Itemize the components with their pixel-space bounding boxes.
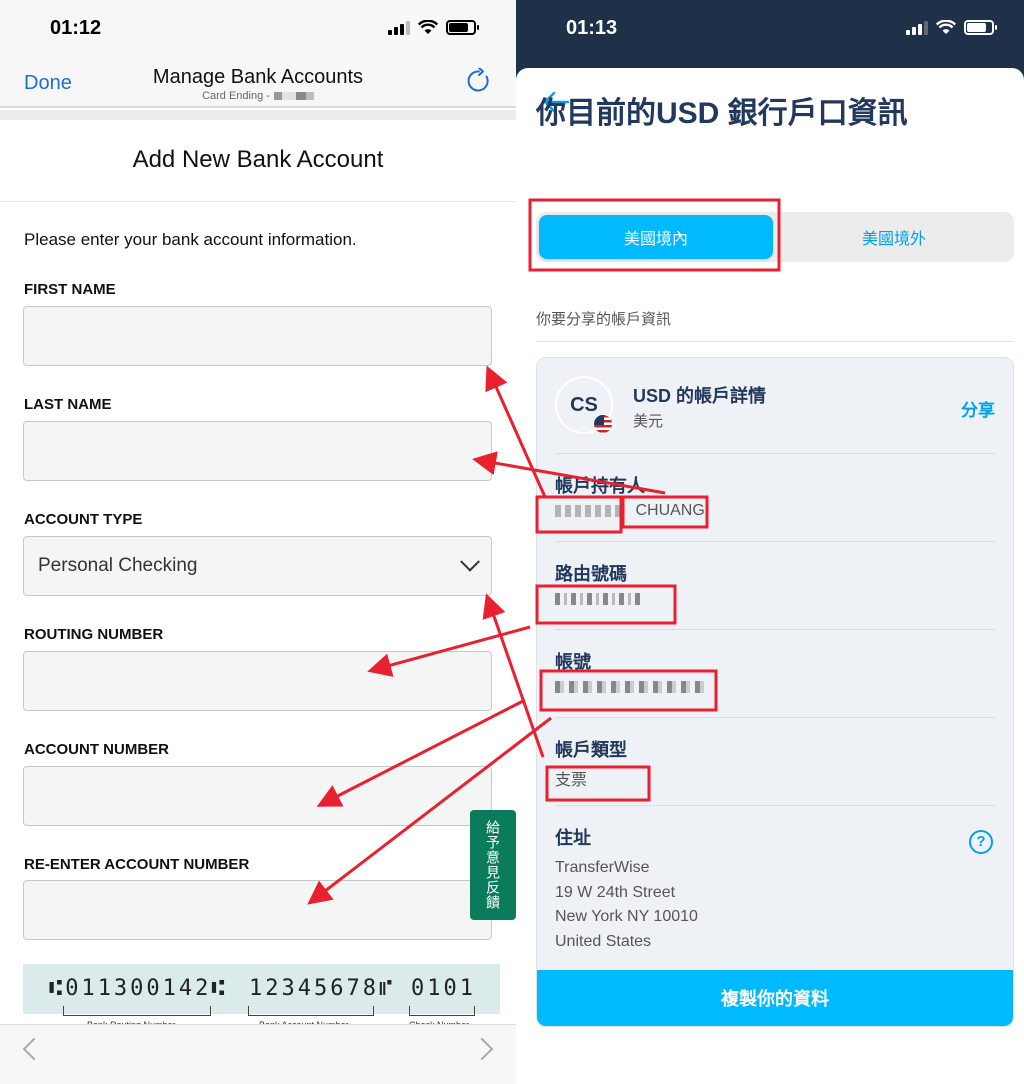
region-segmented-control: 美國境內 美國境外 <box>536 212 1014 262</box>
account-type-label: ACCOUNT TYPE <box>24 511 143 528</box>
routing-number-label: 路由號碼 <box>555 564 627 584</box>
account-type-label: 帳戶類型 <box>555 740 627 760</box>
address-block: TransferWise 19 W 24th Street New York N… <box>555 856 698 954</box>
address-line: United States <box>555 932 652 950</box>
share-info-subtitle: 你要分享的帳戶資訊 <box>536 311 672 328</box>
account-details-card: CS USD 的帳戶詳情 美元 分享 帳戶持有人 CHUANG 路由號碼 帳號 … <box>536 357 1014 1027</box>
account-type-select[interactable]: Personal Checking <box>23 536 492 596</box>
us-flag-icon <box>593 414 613 434</box>
account-bracket <box>248 1006 374 1016</box>
divider <box>555 541 995 542</box>
divider <box>555 805 995 806</box>
account-type-value: 支票 <box>555 772 588 789</box>
divider <box>555 717 995 718</box>
tab-international[interactable]: 美國境外 <box>777 215 1011 259</box>
reenter-account-number-label: RE-ENTER ACCOUNT NUMBER <box>24 856 250 873</box>
check-bracket <box>409 1006 475 1016</box>
check-diagram: ⑆011300142⑆ 12345678⑈ 0101 Bank Routing … <box>23 964 500 1030</box>
routing-number-input[interactable] <box>23 651 492 711</box>
page-title: 你目前的USD 銀行戶口資訊 <box>536 97 908 130</box>
signal-icon <box>906 20 928 35</box>
status-icons <box>388 20 479 35</box>
battery-icon <box>964 20 997 35</box>
first-name-label: FIRST NAME <box>24 281 116 298</box>
first-name-input[interactable] <box>23 306 492 366</box>
account-holder-value: CHUANG <box>555 502 705 520</box>
refresh-icon[interactable] <box>466 68 492 94</box>
address-line: TransferWise <box>555 859 650 876</box>
redacted-card-digits <box>273 92 314 101</box>
redacted-account-number <box>555 680 705 693</box>
check-routing-digits: ⑆011300142⑆ <box>49 976 228 1001</box>
routing-bracket <box>63 1006 211 1016</box>
divider <box>555 629 995 630</box>
copy-details-button[interactable]: 複製你的資料 <box>537 970 1013 1026</box>
status-time: 01:13 <box>566 17 618 39</box>
browser-bottom-bar <box>0 1024 516 1084</box>
address-line: New York NY 10010 <box>555 908 698 925</box>
card-title: USD 的帳戶詳情 <box>633 386 767 406</box>
divider <box>536 341 1014 342</box>
status-bar: 01:12 <box>0 0 516 56</box>
reenter-account-number-input[interactable] <box>23 880 492 940</box>
last-name-label: LAST NAME <box>24 396 112 413</box>
chevron-left-icon[interactable] <box>22 1037 46 1061</box>
chevron-right-icon[interactable] <box>470 1037 494 1061</box>
account-type-value: Personal Checking <box>38 555 198 576</box>
routing-number-label: ROUTING NUMBER <box>24 626 164 643</box>
separator-strip <box>0 110 516 120</box>
chevron-down-icon <box>460 551 480 572</box>
nav-bar: Done Manage Bank Accounts Card Ending - <box>0 56 516 108</box>
account-number-input[interactable] <box>23 766 492 826</box>
divider <box>555 453 995 454</box>
account-sheet: 你目前的USD 銀行戶口資訊 美國境內 美國境外 你要分享的帳戶資訊 CS US… <box>516 68 1024 1084</box>
address-label: 住址 <box>555 828 591 848</box>
right-phone-screen: 01:13 你目前的USD 銀行戶口資訊 美國境內 美國境外 你要分享的帳戶資訊… <box>516 0 1024 1084</box>
check-account-digits: 12345678⑈ <box>249 976 396 1001</box>
account-holder-label: 帳戶持有人 <box>555 476 645 496</box>
wifi-icon <box>936 20 956 34</box>
check-number-digits: 0101 <box>411 976 476 1001</box>
routing-number-value <box>555 590 641 608</box>
redacted-routing-number <box>555 592 641 605</box>
intro-text: Please enter your bank account informati… <box>24 230 357 249</box>
status-time: 01:12 <box>50 17 102 39</box>
currency-name: 美元 <box>633 413 664 430</box>
address-line: 19 W 24th Street <box>555 883 676 901</box>
last-name-input[interactable] <box>23 421 492 481</box>
tab-domestic[interactable]: 美國境內 <box>539 215 773 259</box>
nav-title: Manage Bank Accounts <box>152 66 364 88</box>
status-icons <box>906 20 997 35</box>
signal-icon <box>388 20 410 35</box>
wifi-icon <box>418 20 438 34</box>
account-number-label: 帳號 <box>555 652 591 672</box>
account-number-label: ACCOUNT NUMBER <box>24 741 169 758</box>
battery-icon <box>446 20 479 35</box>
left-phone-screen: 01:12 Done Manage Bank Accounts Card End… <box>0 0 516 1084</box>
page-title: Add New Bank Account <box>0 120 516 202</box>
account-number-value <box>555 678 705 696</box>
help-icon[interactable]: ? <box>969 830 993 854</box>
card-ending-label: Card Ending - <box>0 90 516 102</box>
redacted-first-name <box>555 504 625 517</box>
feedback-button[interactable]: 給予意見反饋 <box>470 810 516 920</box>
share-button[interactable]: 分享 <box>961 396 995 421</box>
